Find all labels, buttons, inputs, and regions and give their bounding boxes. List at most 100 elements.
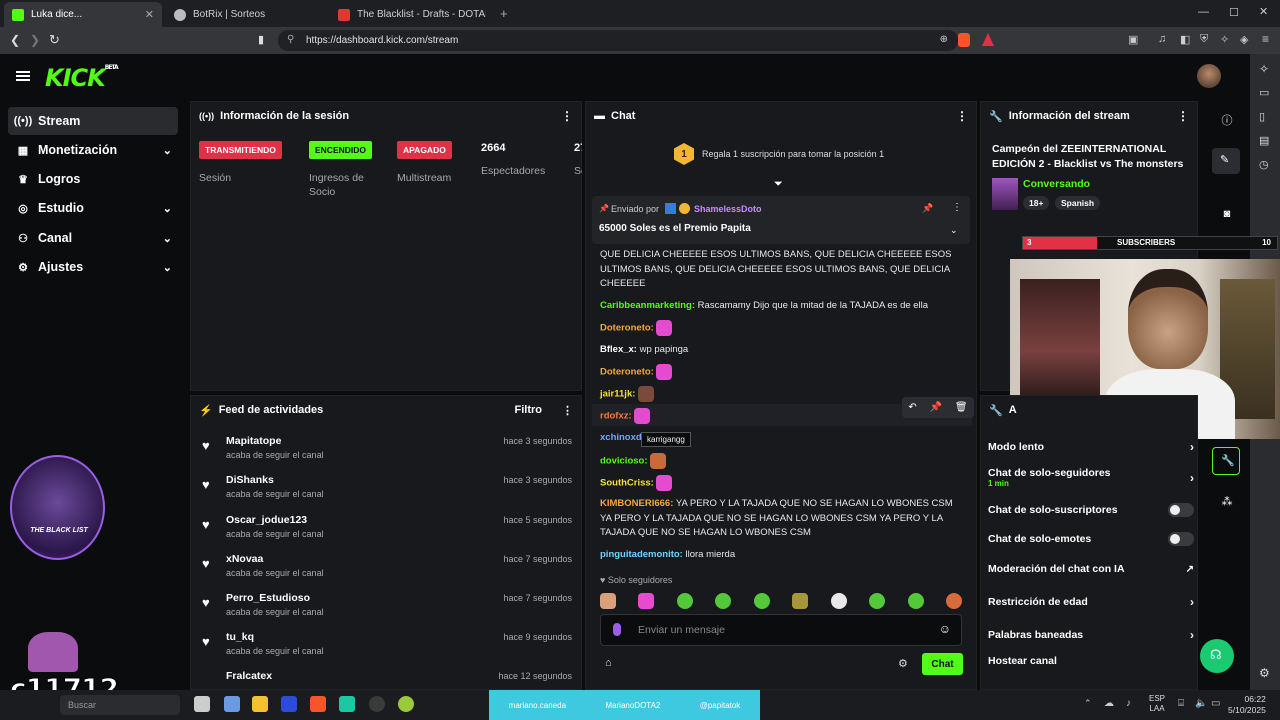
zoom-icon[interactable]: ⊕: [940, 34, 948, 45]
vpn-icon[interactable]: ⛨: [1200, 33, 1208, 46]
chat-input[interactable]: Enviar un mensaje ☺: [600, 614, 962, 646]
emote-icon[interactable]: [753, 593, 770, 609]
volume-icon[interactable]: 🔈: [1195, 698, 1207, 709]
filter-button[interactable]: Filtro: [515, 404, 543, 416]
cloud-icon[interactable]: ☁: [1104, 698, 1114, 709]
chevron-down-icon[interactable]: ⌄: [163, 202, 172, 215]
language-indicator[interactable]: ESP LAA: [1149, 694, 1165, 714]
forward-icon[interactable]: ❯: [30, 33, 40, 47]
chat-username[interactable]: jair11jk:: [600, 389, 635, 400]
sidebar-item-monetizacion[interactable]: ▦ Monetización ⌄: [8, 136, 178, 164]
brave-shield-icon[interactable]: [958, 33, 970, 47]
support-headset-button[interactable]: ☊: [1200, 639, 1234, 673]
chevron-down-icon[interactable]: ⌄: [163, 232, 172, 245]
chat-username[interactable]: SouthCriss:: [600, 478, 654, 489]
setting-followers-only[interactable]: Chat de solo-seguidores 1 min ›: [988, 467, 1194, 488]
unpin-icon[interactable]: 📌: [922, 203, 933, 214]
emote-icon[interactable]: [792, 593, 809, 609]
app-icon[interactable]: [224, 696, 240, 712]
feed-username[interactable]: Oscar_jodue123: [226, 514, 307, 526]
more-options-icon[interactable]: ⋮: [562, 404, 573, 417]
back-icon[interactable]: ❮: [10, 33, 20, 47]
sidebar-item-ajustes[interactable]: ⚙ Ajustes ⌄: [8, 253, 178, 281]
sidebar-item-stream[interactable]: ((•)) Stream: [8, 107, 178, 135]
setting-age-restriction[interactable]: Restricción de edad ›: [988, 595, 1194, 609]
sidebar-reading-list-icon[interactable]: ▤: [1259, 134, 1269, 147]
browser-tab-3[interactable]: The Blacklist - Drafts - DOTABUFF - D: [330, 2, 494, 27]
sidebar-item-canal[interactable]: ⚇ Canal ⌄: [8, 224, 178, 252]
sidebar-item-estudio[interactable]: ◎ Estudio ⌄: [8, 194, 178, 222]
user-avatar[interactable]: [1197, 64, 1221, 88]
category-name[interactable]: Conversando: [1023, 178, 1090, 190]
feed-username[interactable]: Mapitatope: [226, 435, 281, 447]
bubbles-icon[interactable]: ⁂: [1218, 495, 1236, 508]
browser-tab-2[interactable]: BotRix | Sorteos: [166, 2, 326, 27]
pinned-username[interactable]: ShamelessDoto: [694, 204, 762, 214]
tray-chevron-icon[interactable]: ⌃: [1084, 698, 1092, 709]
chat-username[interactable]: Doteroneto:: [600, 323, 654, 334]
app-icon[interactable]: [398, 696, 414, 712]
wallet-icon[interactable]: ▣: [1128, 33, 1138, 46]
sidebar-bookmarks-icon[interactable]: ▯: [1259, 110, 1265, 123]
chat-username[interactable]: KIMBONERI666:: [600, 498, 673, 509]
chat-username[interactable]: dovicioso:: [600, 456, 648, 467]
brave-icon[interactable]: [310, 696, 326, 712]
gift-sub-prompt[interactable]: Regala 1 suscripción para tomar la posic…: [702, 149, 884, 159]
feed-username[interactable]: tu_kq: [226, 631, 254, 643]
window-close-icon[interactable]: ✕: [1259, 5, 1268, 18]
sidebar-item-logros[interactable]: ♛ Logros: [8, 165, 178, 193]
kick-logo[interactable]: KICKBETA: [45, 64, 119, 92]
setting-ai-moderation[interactable]: Moderación del chat con IA ↗: [988, 563, 1194, 575]
emote-icon[interactable]: [715, 593, 732, 609]
address-bar[interactable]: ⚲ https://dashboard.kick.com/stream ⊕: [278, 30, 958, 51]
setting-host-channel[interactable]: Hostear canal: [988, 655, 1194, 667]
microphone-icon[interactable]: [613, 623, 621, 636]
emotes-only-toggle[interactable]: [1168, 532, 1194, 546]
task-view-icon[interactable]: [194, 696, 210, 712]
hamburger-menu-icon[interactable]: [16, 71, 30, 81]
reply-icon[interactable]: ↶: [908, 402, 916, 413]
battery-icon[interactable]: ▭: [1211, 698, 1220, 709]
new-tab-icon[interactable]: +: [500, 6, 508, 21]
feed-username[interactable]: Fralcatex: [226, 670, 272, 682]
emote-icon[interactable]: [600, 593, 616, 609]
info-icon[interactable]: ⓘ: [1218, 112, 1236, 128]
emoji-icon[interactable]: ☺: [939, 622, 951, 636]
sidebar-history-icon[interactable]: ◷: [1259, 158, 1269, 171]
app-icon[interactable]: [339, 696, 355, 712]
chevron-down-icon[interactable]: ⌄: [950, 225, 958, 236]
feed-username[interactable]: Perro_Estudioso: [226, 592, 310, 604]
media-icon[interactable]: ♫: [1158, 33, 1166, 45]
chat-username[interactable]: Doteroneto:: [600, 367, 654, 378]
chat-username[interactable]: xchinoxd:: [600, 432, 645, 443]
clock[interactable]: 06:22 5/10/2025: [1228, 694, 1266, 716]
emote-icon[interactable]: [830, 593, 847, 609]
chevron-down-icon[interactable]: ⌄: [163, 261, 172, 274]
file-explorer-icon[interactable]: [252, 696, 268, 712]
chat-username[interactable]: pinguitademonito:: [600, 549, 683, 560]
wrench-tool-button[interactable]: 🔧: [1212, 447, 1240, 475]
gift-store-icon[interactable]: ⌂: [605, 657, 612, 669]
chat-username[interactable]: Bflex_x:: [600, 344, 637, 355]
rewards-icon[interactable]: [982, 33, 994, 46]
emote-icon[interactable]: [676, 593, 693, 609]
sidebar-chat-icon[interactable]: ▭: [1259, 86, 1269, 99]
send-chat-button[interactable]: Chat: [922, 653, 963, 675]
subscribers-only-toggle[interactable]: [1168, 503, 1194, 517]
obs-icon[interactable]: [369, 696, 385, 712]
taskbar-search[interactable]: Buscar: [60, 695, 180, 715]
menu-icon[interactable]: ≡: [1262, 32, 1269, 46]
mic-icon[interactable]: ♪: [1126, 698, 1131, 709]
maximize-icon[interactable]: ☐: [1229, 6, 1239, 19]
close-tab-icon[interactable]: ✕: [145, 8, 154, 21]
emote-icon[interactable]: [869, 593, 886, 609]
bookmark-icon[interactable]: ▮: [258, 33, 264, 46]
edit-tool-button[interactable]: ✎: [1212, 148, 1240, 174]
emote-icon[interactable]: [945, 593, 962, 609]
emote-icon[interactable]: [907, 593, 924, 609]
reload-icon[interactable]: ↻: [49, 32, 60, 48]
minimize-icon[interactable]: —: [1198, 6, 1209, 18]
sidebar-leo-icon[interactable]: ✧: [1259, 62, 1269, 76]
setting-slow-mode[interactable]: Modo lento ›: [988, 440, 1194, 454]
shield-icon[interactable]: ◈: [1240, 33, 1248, 46]
